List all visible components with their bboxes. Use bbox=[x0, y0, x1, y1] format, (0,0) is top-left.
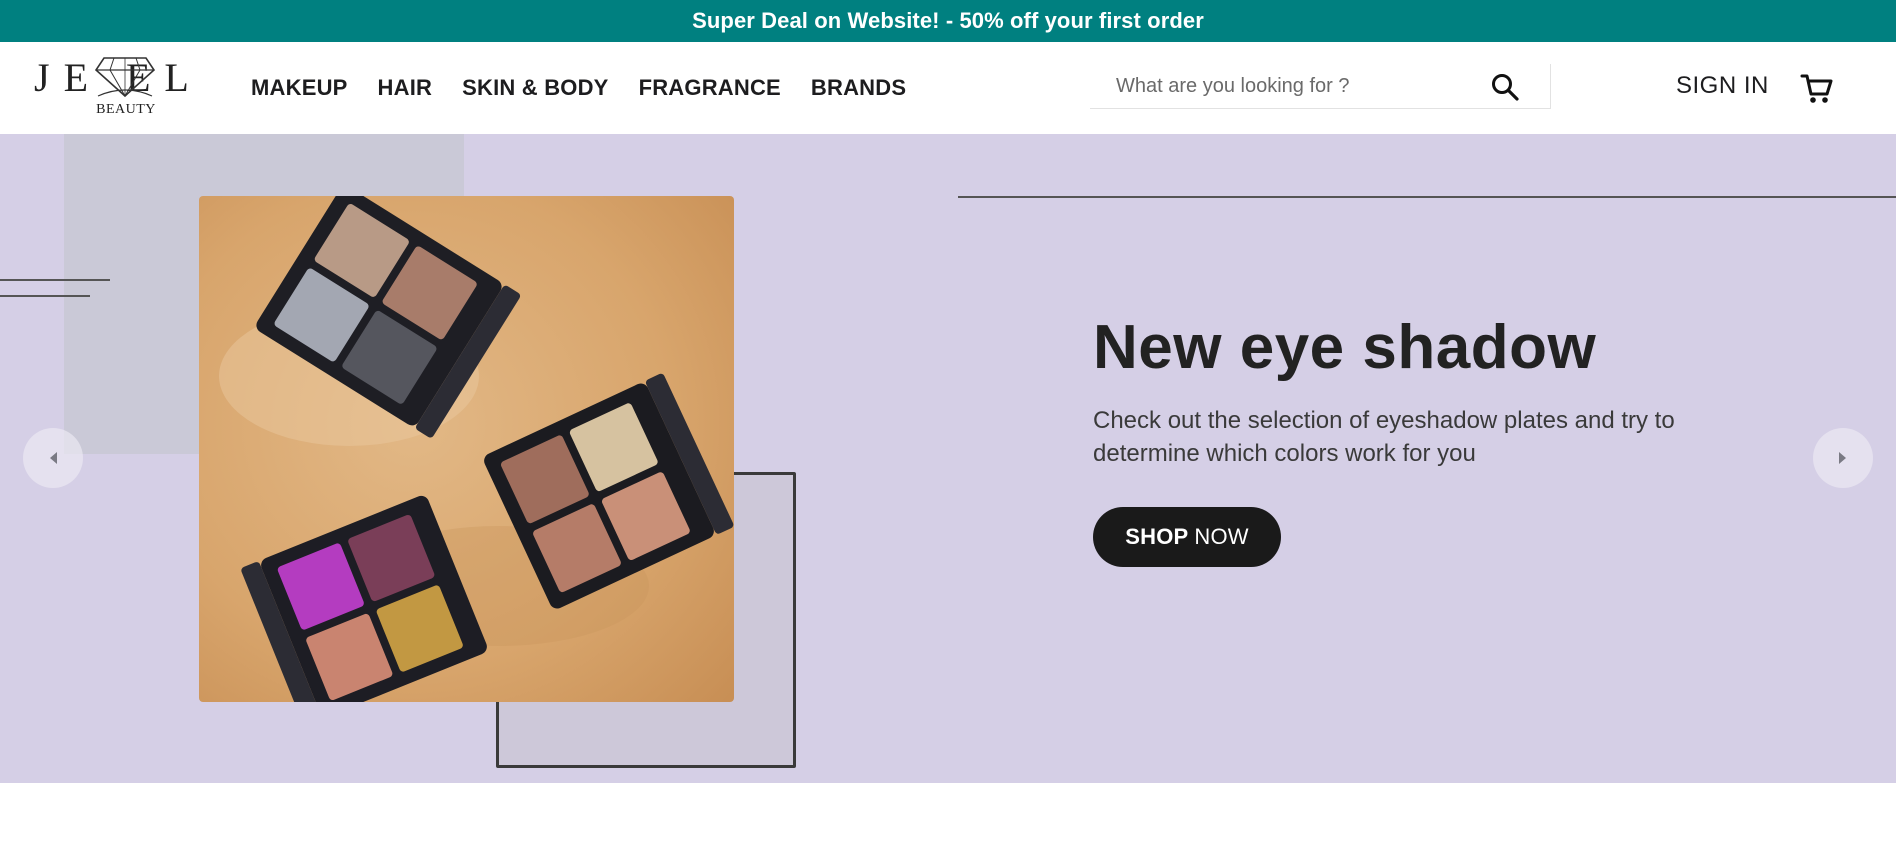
carousel-next-button[interactable] bbox=[1813, 428, 1873, 488]
nav-item-skin-body[interactable]: SKIN & BODY bbox=[462, 75, 608, 101]
promo-bar: Super Deal on Website! - 50% off your fi… bbox=[0, 0, 1896, 42]
chevron-right-icon bbox=[1839, 452, 1846, 464]
nav-item-brands[interactable]: BRANDS bbox=[811, 75, 906, 101]
chevron-left-icon bbox=[50, 452, 57, 464]
hero-description: Check out the selection of eyeshadow pla… bbox=[1093, 407, 1675, 467]
promo-text: Super Deal on Website! - 50% off your fi… bbox=[692, 8, 1204, 33]
decor-line bbox=[0, 295, 90, 297]
hero-banner: New eye shadow Check out the selection o… bbox=[0, 134, 1896, 783]
hero-title: New eye shadow bbox=[1093, 313, 1597, 382]
search-input[interactable] bbox=[1114, 73, 1498, 99]
site-header: JE EL BEAUTY MAKEUP HAIR SKIN & BODY FRA… bbox=[0, 42, 1896, 134]
main-nav: MAKEUP HAIR SKIN & BODY FRAGRANCE BRANDS bbox=[251, 42, 906, 134]
logo-subtitle: BEAUTY bbox=[96, 102, 156, 117]
nav-item-makeup[interactable]: MAKEUP bbox=[251, 75, 348, 101]
decor-line bbox=[958, 196, 1896, 198]
diamond-icon bbox=[94, 57, 156, 98]
carousel-prev-button[interactable] bbox=[23, 428, 83, 488]
shop-now-rest: NOW bbox=[1194, 524, 1249, 549]
shop-now-bold: SHOP bbox=[1125, 524, 1189, 549]
shop-now-button[interactable]: SHOP NOW bbox=[1093, 507, 1281, 567]
nav-item-hair[interactable]: HAIR bbox=[378, 75, 433, 101]
logo[interactable]: JE EL BEAUTY bbox=[34, 54, 210, 118]
nav-item-fragrance[interactable]: FRAGRANCE bbox=[639, 75, 781, 101]
search-bar bbox=[1090, 64, 1551, 109]
search-icon[interactable] bbox=[1490, 72, 1520, 107]
sign-in-link[interactable]: SIGN IN bbox=[1676, 72, 1769, 100]
hero-image bbox=[199, 196, 734, 702]
cart-icon[interactable] bbox=[1800, 72, 1834, 111]
decor-line bbox=[0, 279, 110, 281]
